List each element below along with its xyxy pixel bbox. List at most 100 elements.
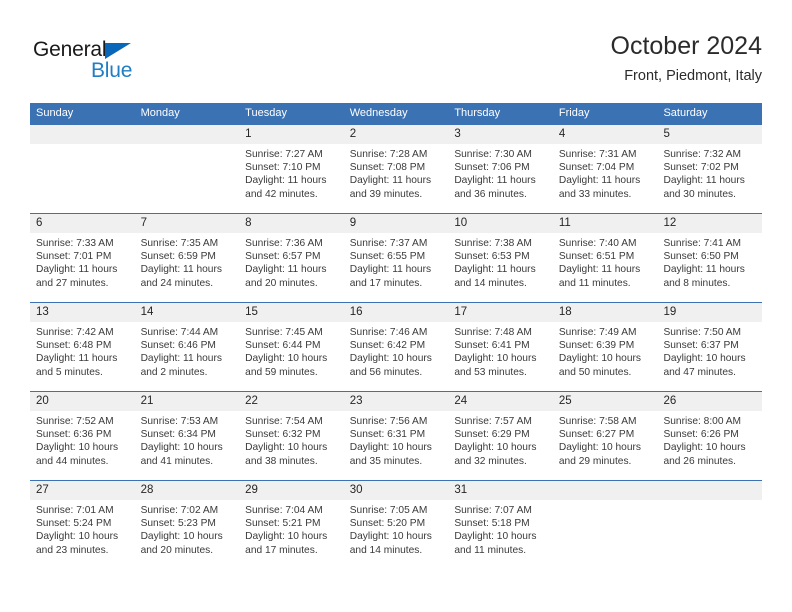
sunrise-text: Sunrise: 7:07 AM bbox=[454, 505, 532, 516]
day-info: Sunrise: 7:32 AM Sunset: 7:02 PM Dayligh… bbox=[657, 144, 762, 201]
day-cell[interactable]: 14 Sunrise: 7:44 AM Sunset: 6:46 PM Dayl… bbox=[134, 303, 240, 391]
daylight-text-line1: Daylight: 10 hours bbox=[558, 442, 642, 454]
daylight-text-line2: and 27 minutes. bbox=[36, 277, 109, 289]
day-number: 19 bbox=[657, 303, 763, 322]
day-cell[interactable]: 23 Sunrise: 7:56 AM Sunset: 6:31 PM Dayl… bbox=[343, 392, 449, 480]
day-info bbox=[657, 500, 762, 504]
day-number: 3 bbox=[448, 125, 553, 144]
day-number: 25 bbox=[552, 392, 658, 411]
day-cell[interactable]: 21 Sunrise: 7:53 AM Sunset: 6:34 PM Dayl… bbox=[134, 392, 240, 480]
day-cell[interactable]: 30 Sunrise: 7:05 AM Sunset: 5:20 PM Dayl… bbox=[343, 481, 449, 569]
daylight-text-line1: Daylight: 11 hours bbox=[558, 264, 641, 276]
day-info: Sunrise: 7:37 AM Sunset: 6:55 PM Dayligh… bbox=[344, 233, 449, 290]
daylight-text-line1: Daylight: 10 hours bbox=[558, 353, 642, 365]
day-cell[interactable] bbox=[30, 125, 135, 213]
sunset-text: Sunset: 6:53 PM bbox=[454, 251, 530, 263]
day-info: Sunrise: 7:07 AM Sunset: 5:18 PM Dayligh… bbox=[448, 500, 553, 557]
day-cell[interactable]: 25 Sunrise: 7:58 AM Sunset: 6:27 PM Dayl… bbox=[552, 392, 658, 480]
day-info: Sunrise: 7:30 AM Sunset: 7:06 PM Dayligh… bbox=[448, 144, 553, 201]
day-cell[interactable]: 3 Sunrise: 7:30 AM Sunset: 7:06 PM Dayli… bbox=[448, 125, 553, 213]
sunrise-text: Sunrise: 7:27 AM bbox=[245, 149, 323, 160]
day-cell[interactable]: 12 Sunrise: 7:41 AM Sunset: 6:50 PM Dayl… bbox=[657, 214, 763, 302]
day-cell[interactable]: 7 Sunrise: 7:35 AM Sunset: 6:59 PM Dayli… bbox=[134, 214, 240, 302]
weekday-tuesday: Tuesday bbox=[245, 107, 287, 119]
sunset-text: Sunset: 7:10 PM bbox=[245, 162, 321, 174]
day-number: 5 bbox=[657, 125, 763, 144]
sunrise-text: Sunrise: 7:49 AM bbox=[558, 327, 637, 338]
weekday-friday: Friday bbox=[558, 107, 590, 119]
day-cell[interactable]: 11 Sunrise: 7:40 AM Sunset: 6:51 PM Dayl… bbox=[552, 214, 658, 302]
sunset-text: Sunset: 6:42 PM bbox=[349, 340, 426, 352]
day-number: 4 bbox=[552, 125, 658, 144]
day-cell[interactable]: 8 Sunrise: 7:36 AM Sunset: 6:57 PM Dayli… bbox=[239, 214, 344, 302]
day-cell[interactable] bbox=[134, 125, 240, 213]
daylight-text-line2: and 23 minutes. bbox=[36, 544, 109, 556]
daylight-text-line1: Daylight: 10 hours bbox=[349, 531, 432, 543]
sunset-text: Sunset: 6:29 PM bbox=[454, 429, 530, 441]
day-cell[interactable]: 19 Sunrise: 7:50 AM Sunset: 6:37 PM Dayl… bbox=[657, 303, 763, 391]
day-cell[interactable]: 13 Sunrise: 7:42 AM Sunset: 6:48 PM Dayl… bbox=[30, 303, 135, 391]
day-cell[interactable]: 29 Sunrise: 7:04 AM Sunset: 5:21 PM Dayl… bbox=[239, 481, 344, 569]
day-cell[interactable]: 4 Sunrise: 7:31 AM Sunset: 7:04 PM Dayli… bbox=[552, 125, 658, 213]
day-cell[interactable]: 16 Sunrise: 7:46 AM Sunset: 6:42 PM Dayl… bbox=[343, 303, 449, 391]
sunrise-text: Sunrise: 7:54 AM bbox=[245, 416, 323, 427]
day-cell[interactable]: 6 Sunrise: 7:33 AM Sunset: 7:01 PM Dayli… bbox=[30, 214, 135, 302]
day-number: 15 bbox=[239, 303, 344, 322]
weekday-saturday: Saturday bbox=[663, 107, 708, 119]
day-info: Sunrise: 7:56 AM Sunset: 6:31 PM Dayligh… bbox=[344, 411, 449, 468]
day-cell[interactable]: 9 Sunrise: 7:37 AM Sunset: 6:55 PM Dayli… bbox=[343, 214, 449, 302]
sunrise-text: Sunrise: 7:44 AM bbox=[140, 327, 219, 338]
day-cell[interactable] bbox=[657, 481, 763, 569]
day-info: Sunrise: 7:57 AM Sunset: 6:29 PM Dayligh… bbox=[448, 411, 553, 468]
daylight-text-line1: Daylight: 10 hours bbox=[663, 442, 746, 454]
daylight-text-line1: Daylight: 11 hours bbox=[454, 175, 536, 187]
day-cell[interactable]: 28 Sunrise: 7:02 AM Sunset: 5:23 PM Dayl… bbox=[134, 481, 240, 569]
daylight-text-line2: and 47 minutes. bbox=[663, 366, 736, 378]
daylight-text-line1: Daylight: 10 hours bbox=[245, 442, 328, 454]
sunset-text: Sunset: 6:41 PM bbox=[454, 340, 530, 352]
day-cell[interactable]: 10 Sunrise: 7:38 AM Sunset: 6:53 PM Dayl… bbox=[448, 214, 553, 302]
day-number: 9 bbox=[343, 214, 449, 233]
day-info: Sunrise: 7:28 AM Sunset: 7:08 PM Dayligh… bbox=[344, 144, 449, 201]
day-info: Sunrise: 7:42 AM Sunset: 6:48 PM Dayligh… bbox=[30, 322, 135, 379]
sunset-text: Sunset: 7:02 PM bbox=[663, 162, 739, 174]
week-row: 6 Sunrise: 7:33 AM Sunset: 7:01 PM Dayli… bbox=[30, 213, 763, 302]
day-cell[interactable] bbox=[552, 481, 658, 569]
day-cell[interactable]: 5 Sunrise: 7:32 AM Sunset: 7:02 PM Dayli… bbox=[657, 125, 763, 213]
sunrise-text: Sunrise: 7:45 AM bbox=[245, 327, 323, 338]
day-cell[interactable]: 22 Sunrise: 7:54 AM Sunset: 6:32 PM Dayl… bbox=[239, 392, 344, 480]
day-info: Sunrise: 7:49 AM Sunset: 6:39 PM Dayligh… bbox=[553, 322, 658, 379]
day-number bbox=[30, 125, 135, 144]
daylight-text-line1: Daylight: 10 hours bbox=[245, 531, 328, 543]
sunrise-text: Sunrise: 7:04 AM bbox=[245, 505, 323, 516]
day-cell[interactable]: 24 Sunrise: 7:57 AM Sunset: 6:29 PM Dayl… bbox=[448, 392, 553, 480]
sunset-text: Sunset: 7:04 PM bbox=[558, 162, 635, 174]
sunrise-text: Sunrise: 7:52 AM bbox=[36, 416, 114, 427]
sunset-text: Sunset: 6:27 PM bbox=[558, 429, 635, 441]
day-info: Sunrise: 7:01 AM Sunset: 5:24 PM Dayligh… bbox=[30, 500, 135, 557]
day-info: Sunrise: 8:00 AM Sunset: 6:26 PM Dayligh… bbox=[657, 411, 762, 468]
day-info: Sunrise: 7:35 AM Sunset: 6:59 PM Dayligh… bbox=[135, 233, 240, 290]
day-cell[interactable]: 20 Sunrise: 7:52 AM Sunset: 6:36 PM Dayl… bbox=[30, 392, 135, 480]
day-cell[interactable]: 1 Sunrise: 7:27 AM Sunset: 7:10 PM Dayli… bbox=[239, 125, 344, 213]
day-info: Sunrise: 7:02 AM Sunset: 5:23 PM Dayligh… bbox=[135, 500, 240, 557]
sunrise-text: Sunrise: 7:40 AM bbox=[558, 238, 637, 249]
day-cell[interactable]: 31 Sunrise: 7:07 AM Sunset: 5:18 PM Dayl… bbox=[448, 481, 553, 569]
day-number: 12 bbox=[657, 214, 763, 233]
day-cell[interactable]: 17 Sunrise: 7:48 AM Sunset: 6:41 PM Dayl… bbox=[448, 303, 553, 391]
day-cell[interactable]: 27 Sunrise: 7:01 AM Sunset: 5:24 PM Dayl… bbox=[30, 481, 135, 569]
day-number: 24 bbox=[448, 392, 553, 411]
day-info: Sunrise: 7:58 AM Sunset: 6:27 PM Dayligh… bbox=[553, 411, 658, 468]
day-cell[interactable]: 2 Sunrise: 7:28 AM Sunset: 7:08 PM Dayli… bbox=[343, 125, 449, 213]
day-cell[interactable]: 15 Sunrise: 7:45 AM Sunset: 6:44 PM Dayl… bbox=[239, 303, 344, 391]
day-number: 2 bbox=[343, 125, 449, 144]
daylight-text-line2: and 56 minutes. bbox=[349, 366, 423, 378]
daylight-text-line1: Daylight: 10 hours bbox=[140, 442, 223, 454]
week-row: 1 Sunrise: 7:27 AM Sunset: 7:10 PM Dayli… bbox=[30, 124, 763, 213]
day-cell[interactable]: 26 Sunrise: 8:00 AM Sunset: 6:26 PM Dayl… bbox=[657, 392, 763, 480]
sunrise-text: Sunrise: 7:30 AM bbox=[454, 149, 532, 160]
daylight-text-line1: Daylight: 10 hours bbox=[245, 353, 328, 365]
day-cell[interactable]: 18 Sunrise: 7:49 AM Sunset: 6:39 PM Dayl… bbox=[552, 303, 658, 391]
day-number: 8 bbox=[239, 214, 344, 233]
sunrise-text: Sunrise: 7:28 AM bbox=[349, 149, 428, 160]
